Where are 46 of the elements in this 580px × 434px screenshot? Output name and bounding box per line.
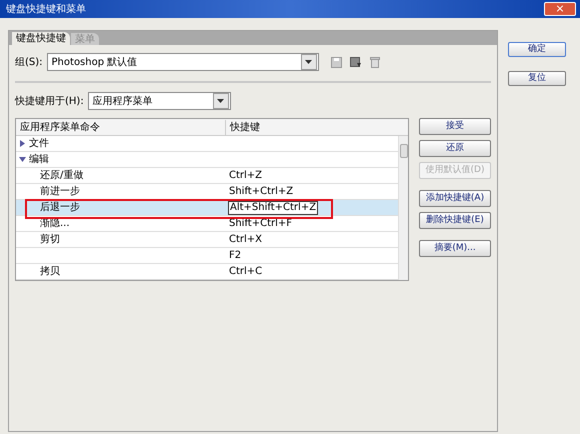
close-button[interactable]: ×: [544, 2, 576, 16]
dropdown-button[interactable]: [300, 54, 317, 70]
action-button[interactable]: 还原: [419, 140, 491, 157]
collapsed-triangle-icon[interactable]: [19, 140, 26, 147]
menu-group[interactable]: 编辑: [29, 152, 49, 167]
shortcuts-dropdown[interactable]: 应用程序菜单: [88, 92, 231, 110]
command-row[interactable]: 拷贝 Ctrl+C: [16, 264, 398, 280]
set-dropdown[interactable]: Photoshop 默认值: [46, 53, 319, 71]
command-name: 剪切: [40, 234, 60, 245]
dropdown-value: 应用程序菜单: [92, 94, 153, 108]
command-row[interactable]: 剪切 Ctrl+X: [16, 232, 398, 248]
field-label: 组(S):: [15, 56, 43, 70]
action-button[interactable]: 摘要(M)...: [419, 240, 491, 257]
column-header: 快捷键: [228, 120, 260, 134]
shortcut-text: Ctrl+X: [228, 234, 262, 245]
dialog-button[interactable]: 复位: [508, 71, 566, 86]
command-name: 后退一步: [40, 202, 80, 213]
shortcut-text: Shift+Ctrl+Z: [228, 186, 294, 197]
shortcut-input[interactable]: Alt+Shift+Ctrl+Z: [228, 201, 318, 215]
command-name: 拷贝: [40, 266, 60, 277]
shortcut-text: Ctrl+C: [228, 266, 262, 277]
command-name: 前进一步: [40, 186, 80, 197]
save-icon[interactable]: [330, 56, 342, 68]
expanded-triangle-icon[interactable]: [19, 156, 26, 163]
tab[interactable]: 键盘快捷键: [12, 32, 70, 45]
shortcut-text: Ctrl+Z: [228, 170, 262, 181]
menu-group[interactable]: 文件: [29, 136, 49, 151]
field-label: 快捷键用于(H):: [15, 94, 84, 108]
caret-icon: [305, 60, 312, 64]
column-header: 应用程序菜单命令: [16, 120, 226, 134]
shortcut-text: F2: [228, 250, 242, 261]
save-as-icon[interactable]: [350, 56, 362, 68]
dropdown-button[interactable]: [212, 93, 229, 109]
shortcut-text: Shift+Ctrl+F: [228, 218, 292, 229]
action-button[interactable]: 添加快捷键(A): [419, 190, 491, 207]
command-row[interactable]: 后退一步 Alt+Shift+Ctrl+Z: [16, 200, 398, 216]
scrollbar[interactable]: [398, 136, 408, 280]
action-button[interactable]: 删除快捷键(E): [419, 212, 491, 229]
dropdown-value: Photoshop 默认值: [52, 56, 138, 70]
command-row[interactable]: F2: [16, 248, 398, 264]
window-title: 键盘快捷键和菜单: [6, 2, 86, 16]
action-button[interactable]: 接受: [419, 118, 491, 135]
dialog-button[interactable]: 确定: [508, 42, 566, 57]
caret-icon: [217, 99, 224, 103]
command-name: 还原/重做: [40, 170, 84, 181]
command-row[interactable]: 还原/重做 Ctrl+Z: [16, 168, 398, 184]
